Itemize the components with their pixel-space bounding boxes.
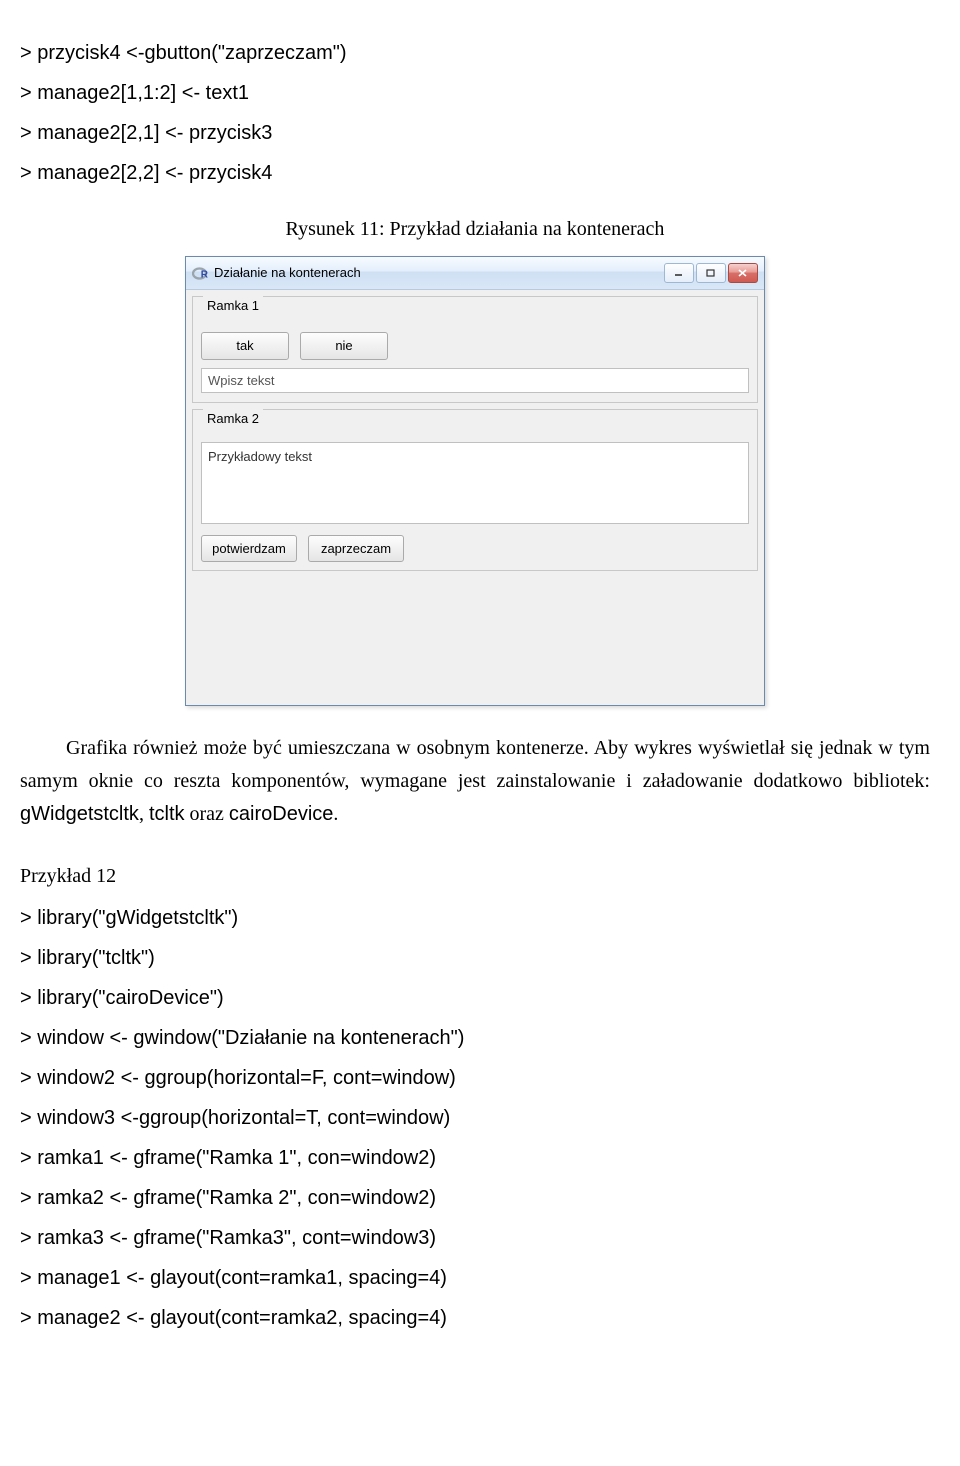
code-line: > ramka3 <- gframe("Ramka3", cont=window… [20, 1221, 930, 1255]
ramka1-frame: Ramka 1 tak nie [192, 296, 758, 403]
window-body: Ramka 1 tak nie Ramka 2 Przykładowy teks… [186, 290, 764, 705]
lib-name: gWidgetstcltk [20, 803, 139, 825]
lib-name: tcltk [149, 803, 185, 825]
close-button[interactable] [728, 263, 758, 283]
tak-button[interactable]: tak [201, 332, 289, 360]
para-text: oraz [185, 803, 229, 825]
code-block-top: > przycisk4 <-gbutton("zaprzeczam") > ma… [20, 36, 930, 190]
para-text: Grafika również może być umieszczana w o… [20, 737, 930, 792]
ramka2-legend: Ramka 2 [203, 409, 263, 429]
ramka2-frame: Ramka 2 Przykładowy tekst potwierdzam za… [192, 409, 758, 572]
para-text: . [333, 803, 338, 825]
empty-area [192, 577, 758, 699]
screenshot-window: R Działanie na kontenerach Ramka 1 tak n… [185, 256, 765, 706]
title-bar: R Działanie na kontenerach [186, 257, 764, 290]
code-line: > manage2 <- glayout(cont=ramka2, spacin… [20, 1301, 930, 1335]
window-title: Działanie na kontenerach [214, 263, 664, 283]
ramka1-legend: Ramka 1 [203, 296, 263, 316]
r-app-icon: R [192, 265, 208, 281]
maximize-button[interactable] [696, 263, 726, 283]
code-line: > window <- gwindow("Działanie na konten… [20, 1021, 930, 1055]
code-line: > window2 <- ggroup(horizontal=F, cont=w… [20, 1061, 930, 1095]
list-area[interactable]: Przykładowy tekst [201, 442, 749, 524]
code-line: > manage2[2,1] <- przycisk3 [20, 116, 930, 150]
svg-text:R: R [201, 270, 208, 281]
code-line: > ramka1 <- gframe("Ramka 1", con=window… [20, 1141, 930, 1175]
nie-button[interactable]: nie [300, 332, 388, 360]
example-label: Przykład 12 [20, 861, 930, 891]
code-line: > manage2[1,1:2] <- text1 [20, 76, 930, 110]
zaprzeczam-button[interactable]: zaprzeczam [308, 535, 404, 563]
lib-name: cairoDevice [229, 803, 333, 825]
code-line: > window3 <-ggroup(horizontal=T, cont=wi… [20, 1101, 930, 1135]
potwierdzam-button[interactable]: potwierdzam [201, 535, 297, 563]
body-paragraph: Grafika również może być umieszczana w o… [20, 732, 930, 831]
code-line: > przycisk4 <-gbutton("zaprzeczam") [20, 36, 930, 70]
minimize-button[interactable] [664, 263, 694, 283]
code-line: > manage1 <- glayout(cont=ramka1, spacin… [20, 1261, 930, 1295]
window-controls [664, 263, 758, 283]
para-text: , [139, 803, 149, 825]
code-block-bottom: > library("gWidgetstcltk") > library("tc… [20, 901, 930, 1335]
code-line: > library("tcltk") [20, 941, 930, 975]
code-line: > library("cairoDevice") [20, 981, 930, 1015]
text-input[interactable] [201, 368, 749, 393]
code-line: > manage2[2,2] <- przycisk4 [20, 156, 930, 190]
code-line: > ramka2 <- gframe("Ramka 2", con=window… [20, 1181, 930, 1215]
figure-caption: Rysunek 11: Przykład działania na konten… [20, 214, 930, 244]
code-line: > library("gWidgetstcltk") [20, 901, 930, 935]
